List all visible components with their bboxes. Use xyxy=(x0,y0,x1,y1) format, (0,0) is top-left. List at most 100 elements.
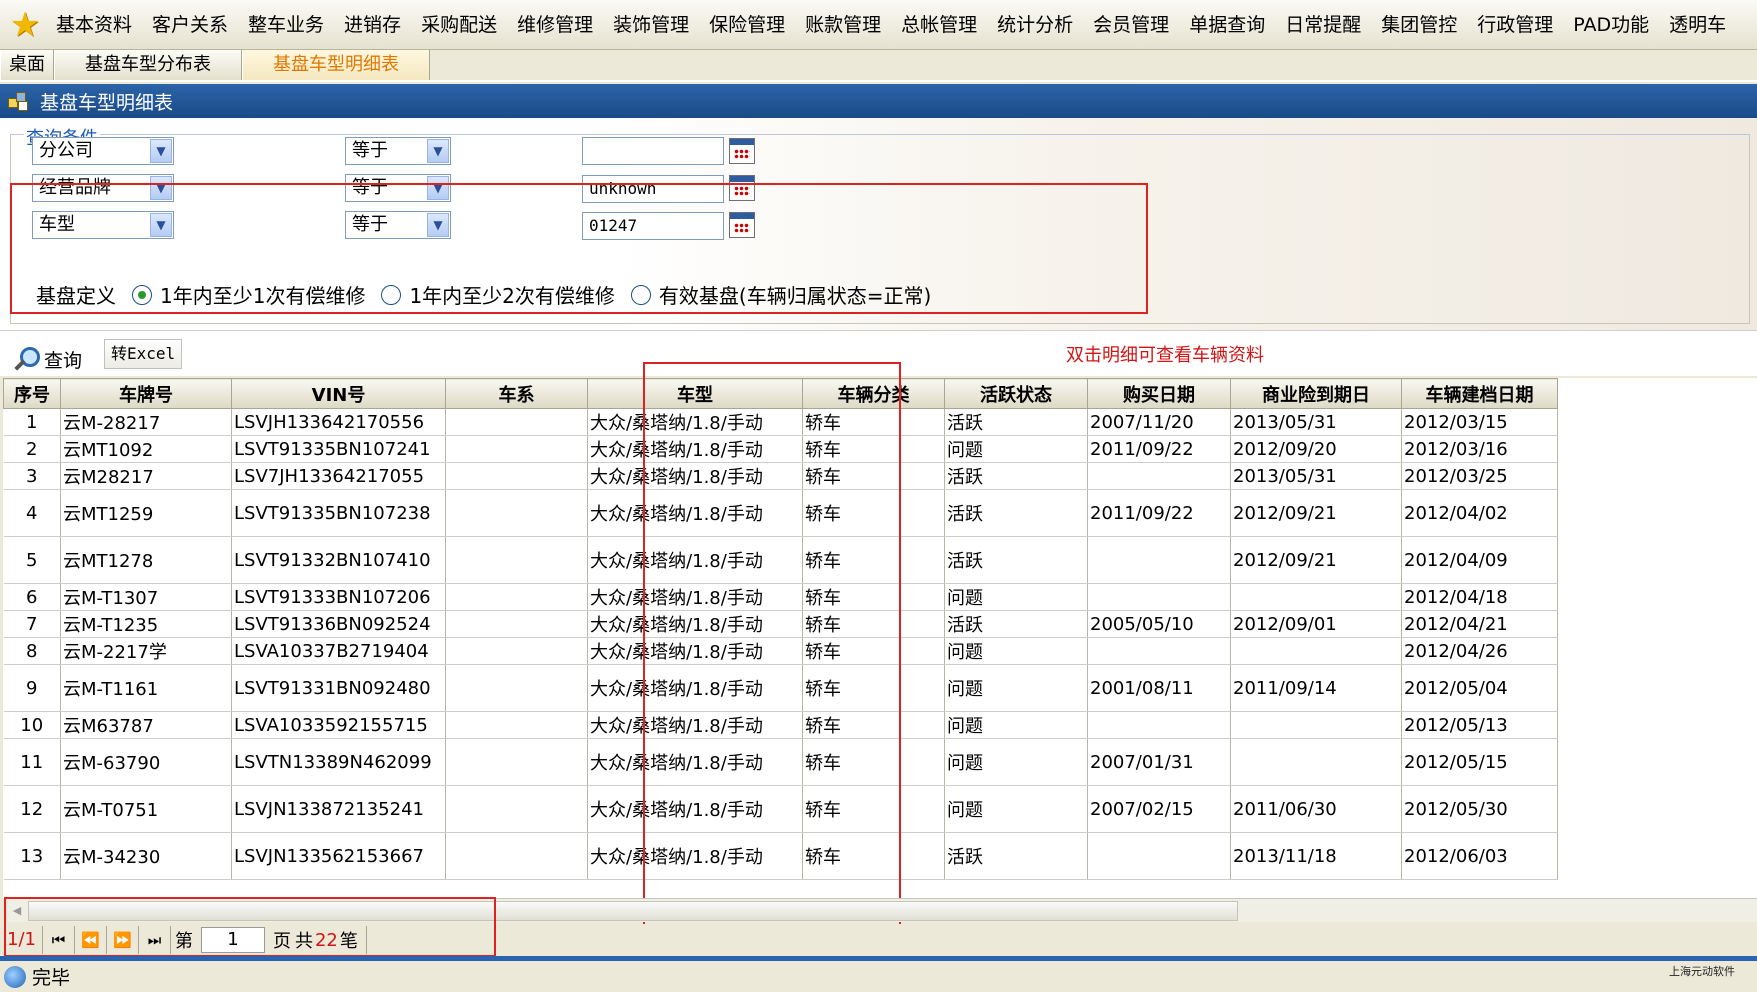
table-cell: 云M-T0751 xyxy=(60,785,232,833)
column-header-6[interactable]: 活跃状态 xyxy=(944,378,1088,409)
table-cell: 2011/09/14 xyxy=(1230,664,1402,712)
hint-text: 双击明细可查看车辆资料 xyxy=(1066,345,1264,366)
search-icon xyxy=(12,347,40,373)
table-cell: 13 xyxy=(3,832,61,880)
main-menubar: ★ 基本资料 客户关系 整车业务 进销存 采购配送 维修管理 装饰管理 保险管理 账款管理 总帐管… xyxy=(0,0,1757,50)
table-cell: 2012/03/16 xyxy=(1401,435,1558,463)
tab-2[interactable]: 基盘车型明细表 xyxy=(242,50,430,80)
menu-item-11[interactable]: 会员管理 xyxy=(1083,0,1179,49)
menu-item-2[interactable]: 整车业务 xyxy=(238,0,334,49)
menu-item-7[interactable]: 保险管理 xyxy=(699,0,795,49)
tab-0[interactable]: 桌面 xyxy=(0,50,54,80)
value-input-1[interactable] xyxy=(582,137,724,165)
star-icon[interactable]: ★ xyxy=(4,3,46,47)
chevron-down-icon[interactable]: ▼ xyxy=(427,139,449,163)
menu-item-0[interactable]: 基本资料 xyxy=(46,0,142,49)
table-cell: 2012/03/25 xyxy=(1401,462,1558,490)
table-cell xyxy=(445,610,588,638)
table-cell: 问题 xyxy=(944,738,1088,786)
menu-item-9[interactable]: 总帐管理 xyxy=(891,0,987,49)
column-header-3[interactable]: 车系 xyxy=(445,378,588,409)
menu-item-1[interactable]: 客户关系 xyxy=(142,0,238,49)
menu-item-3[interactable]: 进销存 xyxy=(334,0,411,49)
table-cell: 2012/03/15 xyxy=(1401,408,1558,436)
column-header-0[interactable]: 序号 xyxy=(3,378,61,409)
table-cell: LSVT91336BN092524 xyxy=(231,610,446,638)
menu-item-15[interactable]: 行政管理 xyxy=(1467,0,1563,49)
table-cell: 2011/09/22 xyxy=(1087,489,1231,537)
menu-item-13[interactable]: 日常提醒 xyxy=(1275,0,1371,49)
table-cell: 2007/11/20 xyxy=(1087,408,1231,436)
ie-status-icon xyxy=(4,965,26,988)
table-cell xyxy=(1087,536,1231,584)
query-button-label: 查询 xyxy=(44,350,83,372)
column-header-9[interactable]: 车辆建档日期 xyxy=(1401,378,1558,409)
table-cell: 云M28217 xyxy=(60,462,232,490)
table-cell: 云M63787 xyxy=(60,711,232,739)
menu-item-8[interactable]: 账款管理 xyxy=(795,0,891,49)
table-cell: 4 xyxy=(3,489,61,537)
column-header-8[interactable]: 商业险到期日 xyxy=(1230,378,1402,409)
table-cell xyxy=(1087,832,1231,880)
table-cell: 云MT1092 xyxy=(60,435,232,463)
menu-item-10[interactable]: 统计分析 xyxy=(987,0,1083,49)
table-cell: 2011/09/22 xyxy=(1087,435,1231,463)
export-excel-button[interactable]: 转Excel xyxy=(104,339,183,369)
table-cell: 云M-T1161 xyxy=(60,664,232,712)
table-cell: 云M-28217 xyxy=(60,408,232,436)
table-cell: 活跃 xyxy=(944,832,1088,880)
table-cell: LSVT91331BN092480 xyxy=(231,664,446,712)
highlight-box-model-column xyxy=(643,362,901,932)
menu-item-4[interactable]: 采购配送 xyxy=(411,0,507,49)
table-cell: LSVT91335BN107238 xyxy=(231,489,446,537)
table-cell: 2 xyxy=(3,435,61,463)
table-cell xyxy=(445,832,588,880)
operator-select-1[interactable]: 等于 ▼ xyxy=(345,137,451,165)
table-cell xyxy=(445,711,588,739)
table-cell: LSVT91333BN107206 xyxy=(231,583,446,611)
table-cell: 2013/05/31 xyxy=(1230,408,1402,436)
table-cell: 2013/05/31 xyxy=(1230,462,1402,490)
table-cell: 2012/05/15 xyxy=(1401,738,1558,786)
menu-item-16[interactable]: PAD功能 xyxy=(1563,0,1659,49)
column-header-7[interactable]: 购买日期 xyxy=(1087,378,1231,409)
table-cell: 11 xyxy=(3,738,61,786)
table-cell: 2012/09/21 xyxy=(1230,536,1402,584)
table-cell: LSVT91335BN107241 xyxy=(231,435,446,463)
field-select-1[interactable]: 分公司 ▼ xyxy=(32,137,174,165)
table-cell: 8 xyxy=(3,637,61,665)
table-cell: LSVJN133872135241 xyxy=(231,785,446,833)
table-cell xyxy=(445,462,588,490)
table-cell: 问题 xyxy=(944,637,1088,665)
table-cell: 2012/05/04 xyxy=(1401,664,1558,712)
table-cell: 2012/09/01 xyxy=(1230,610,1402,638)
table-cell: 活跃 xyxy=(944,462,1088,490)
tab-1[interactable]: 基盘车型分布表 xyxy=(54,50,242,80)
table-cell xyxy=(1230,637,1402,665)
table-cell: 2007/01/31 xyxy=(1087,738,1231,786)
highlight-box-query xyxy=(10,183,1148,314)
table-cell xyxy=(445,489,588,537)
table-cell: 问题 xyxy=(944,785,1088,833)
column-header-2[interactable]: VIN号 xyxy=(231,378,446,409)
table-cell: 1 xyxy=(3,408,61,436)
table-cell xyxy=(1230,711,1402,739)
table-cell xyxy=(1230,583,1402,611)
field-select-1-value: 分公司 xyxy=(39,140,93,161)
chevron-down-icon[interactable]: ▼ xyxy=(150,139,172,163)
menu-item-17[interactable]: 透明车 xyxy=(1659,0,1736,49)
table-cell: 2012/04/26 xyxy=(1401,637,1558,665)
calendar-icon[interactable] xyxy=(729,138,755,164)
menu-item-5[interactable]: 维修管理 xyxy=(507,0,603,49)
company-label: 上海元动软件 xyxy=(1669,965,1735,978)
menu-item-6[interactable]: 装饰管理 xyxy=(603,0,699,49)
window-title-bar: 基盘车型明细表 xyxy=(0,84,1757,118)
column-header-1[interactable]: 车牌号 xyxy=(60,378,232,409)
menu-item-12[interactable]: 单据查询 xyxy=(1179,0,1275,49)
table-cell: 2012/09/20 xyxy=(1230,435,1402,463)
menu-item-14[interactable]: 集团管控 xyxy=(1371,0,1467,49)
table-cell: 活跃 xyxy=(944,610,1088,638)
table-cell: 2012/05/13 xyxy=(1401,711,1558,739)
query-button[interactable]: 查询 xyxy=(12,337,82,373)
table-cell: 2005/05/10 xyxy=(1087,610,1231,638)
